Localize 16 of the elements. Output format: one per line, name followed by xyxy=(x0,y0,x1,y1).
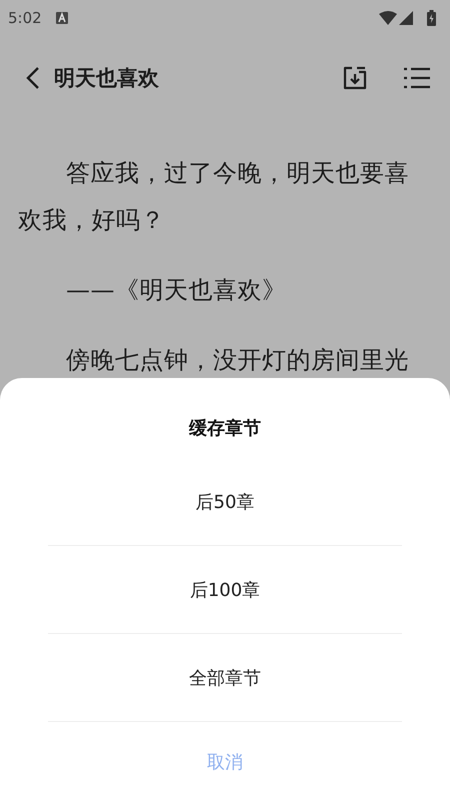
chapter-option[interactable]: 后100章 xyxy=(48,546,402,634)
book-title: 明天也喜欢 xyxy=(54,65,160,92)
notification-icon xyxy=(56,12,68,24)
paragraph: 傍晚七点钟，没开灯的房间里光 xyxy=(65,345,410,376)
status-time: 5:02 xyxy=(8,9,42,27)
chapter-option[interactable]: 后50章 xyxy=(48,458,402,546)
paragraph: 答应我，过了今晚，明天也要喜欢我，好吗？ xyxy=(18,158,410,236)
menu-icon[interactable] xyxy=(404,67,430,89)
signal-icon xyxy=(399,11,413,25)
chapter-option[interactable]: 全部章节 xyxy=(48,634,402,722)
battery-icon xyxy=(427,10,436,26)
back-icon[interactable] xyxy=(26,66,40,90)
paragraph: ——《明天也喜欢》 xyxy=(65,275,288,306)
sheet-title: 缓存章节 xyxy=(189,417,261,440)
wifi-icon xyxy=(379,11,397,25)
download-folder-icon[interactable] xyxy=(342,65,368,91)
